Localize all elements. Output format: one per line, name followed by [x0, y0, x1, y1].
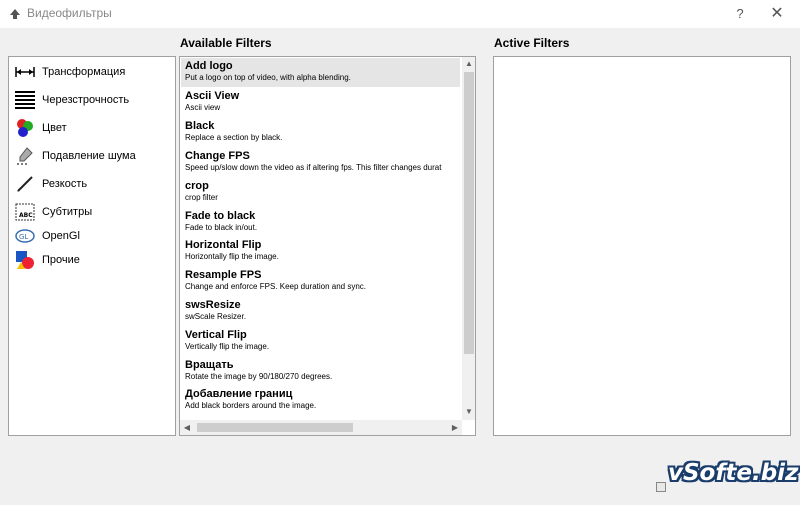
filter-description: Change and enforce FPS. Keep duration an…	[185, 282, 367, 291]
filter-description: swScale Resizer.	[185, 312, 246, 321]
window-title: Видеофильтры	[27, 6, 112, 20]
filter-description: crop filter	[185, 193, 218, 202]
available-filters-list: Add logo Put a logo on top of video, wit…	[179, 56, 476, 436]
active-filters-list	[493, 56, 791, 436]
filter-name: crop	[185, 180, 209, 192]
category-label: Цвет	[42, 122, 67, 134]
sharpness-pen-icon	[14, 174, 36, 194]
category-label: Подавление шума	[42, 150, 136, 162]
filter-description: Add black borders around the image.	[185, 401, 317, 410]
noise-brush-icon	[14, 146, 36, 166]
filter-description: Horizontally flip the image.	[185, 252, 279, 261]
category-item-misc[interactable]: Прочие	[14, 249, 80, 271]
active-filters-header: Active Filters	[494, 36, 570, 50]
filter-description: Fade to black in/out.	[185, 223, 258, 232]
filter-description: Ascii view	[185, 103, 221, 112]
scroll-right-icon[interactable]: ▶	[448, 420, 462, 435]
filter-description: Replace a section by black.	[185, 133, 283, 142]
category-label: Прочие	[42, 254, 80, 266]
filter-name: swsResize	[185, 299, 241, 311]
vertical-scrollbar[interactable]: ▲ ▼	[462, 57, 475, 420]
category-label: Черезстрочность	[42, 94, 130, 106]
filter-name: Black	[185, 120, 215, 132]
opengl-logo-icon: GL	[14, 226, 36, 246]
category-label: Субтитры	[42, 206, 93, 218]
filter-item[interactable]: crop crop filter	[181, 178, 460, 207]
filter-item[interactable]: Ascii View Ascii view	[181, 88, 460, 117]
color-balls-icon	[14, 118, 36, 138]
interlace-lines-icon	[14, 90, 36, 110]
app-icon	[10, 9, 20, 19]
category-label: Резкость	[42, 178, 88, 190]
scroll-up-icon[interactable]: ▲	[462, 57, 475, 71]
category-item-opengl[interactable]: GL OpenGl	[14, 225, 80, 247]
svg-text:ABC: ABC	[19, 212, 33, 219]
filter-item[interactable]: Resample FPS Change and enforce FPS. Kee…	[181, 267, 460, 296]
filter-item[interactable]: Black Replace a section by black.	[181, 118, 460, 147]
category-item-transform[interactable]: Трансформация	[14, 61, 125, 83]
category-label: Трансформация	[42, 66, 126, 78]
filter-item[interactable]: Horizontal Flip Horizontally flip the im…	[181, 237, 460, 266]
scroll-down-icon[interactable]: ▼	[462, 405, 475, 419]
filter-name: Vertical Flip	[185, 329, 247, 341]
category-item-interlace[interactable]: Черезстрочность	[14, 89, 129, 111]
misc-shapes-icon	[14, 250, 36, 270]
filter-item[interactable]: swsResize swScale Resizer.	[181, 297, 460, 326]
filter-name: Добавление границ	[185, 388, 293, 400]
close-button[interactable]: ✕	[764, 3, 790, 25]
category-label: OpenGl	[42, 230, 80, 242]
svg-text:GL: GL	[19, 233, 28, 241]
watermark-text: vSofte.biz	[668, 460, 799, 486]
filter-item[interactable]: Добавление границ Add black borders arou…	[181, 386, 460, 415]
horizontal-scroll-thumb[interactable]	[197, 423, 353, 432]
watermark-logo: vSofte.biz	[654, 452, 800, 498]
vertical-scroll-thumb[interactable]	[464, 72, 474, 354]
available-filters-header: Available Filters	[180, 36, 272, 50]
transform-arrows-icon	[14, 62, 36, 82]
filter-item[interactable]: Vertical Flip Vertically flip the image.	[181, 327, 460, 356]
filter-item[interactable]: Вращать Rotate the image by 90/180/270 d…	[181, 357, 460, 386]
filter-name: Resample FPS	[185, 269, 262, 281]
scroll-left-icon[interactable]: ◀	[180, 420, 194, 435]
subtitles-abc-icon: ABC	[14, 202, 36, 222]
category-item-denoise[interactable]: Подавление шума	[14, 145, 136, 167]
filter-item[interactable]: Add logo Put a logo on top of video, wit…	[181, 58, 460, 87]
filter-description: Put a logo on top of video, with alpha b…	[185, 73, 351, 82]
filter-description: Rotate the image by 90/180/270 degrees.	[185, 372, 333, 381]
filter-name: Horizontal Flip	[185, 239, 262, 251]
filter-name: Change FPS	[185, 150, 250, 162]
horizontal-scrollbar[interactable]: ◀ ▶	[180, 420, 462, 435]
category-item-subtitles[interactable]: ABC Субтитры	[14, 201, 92, 223]
title-bar: Видеофильтры ? ✕	[0, 0, 800, 28]
category-list: Трансформация Черезстрочность Цвет Подав…	[8, 56, 176, 436]
filter-description: Speed up/slow down the video as if alter…	[185, 163, 442, 172]
filter-description: Vertically flip the image.	[185, 342, 270, 351]
filter-name: Fade to black	[185, 210, 256, 222]
filter-name: Ascii View	[185, 90, 240, 102]
filter-item[interactable]: Change FPS Speed up/slow down the video …	[181, 148, 460, 177]
filter-item[interactable]: Fade to black Fade to black in/out.	[181, 208, 460, 237]
filter-name: Вращать	[185, 359, 234, 371]
category-item-color[interactable]: Цвет	[14, 117, 67, 139]
category-item-sharpen[interactable]: Резкость	[14, 173, 87, 195]
filter-name: Add logo	[185, 60, 233, 72]
watermark-box	[656, 482, 666, 492]
help-button[interactable]: ?	[730, 4, 750, 24]
